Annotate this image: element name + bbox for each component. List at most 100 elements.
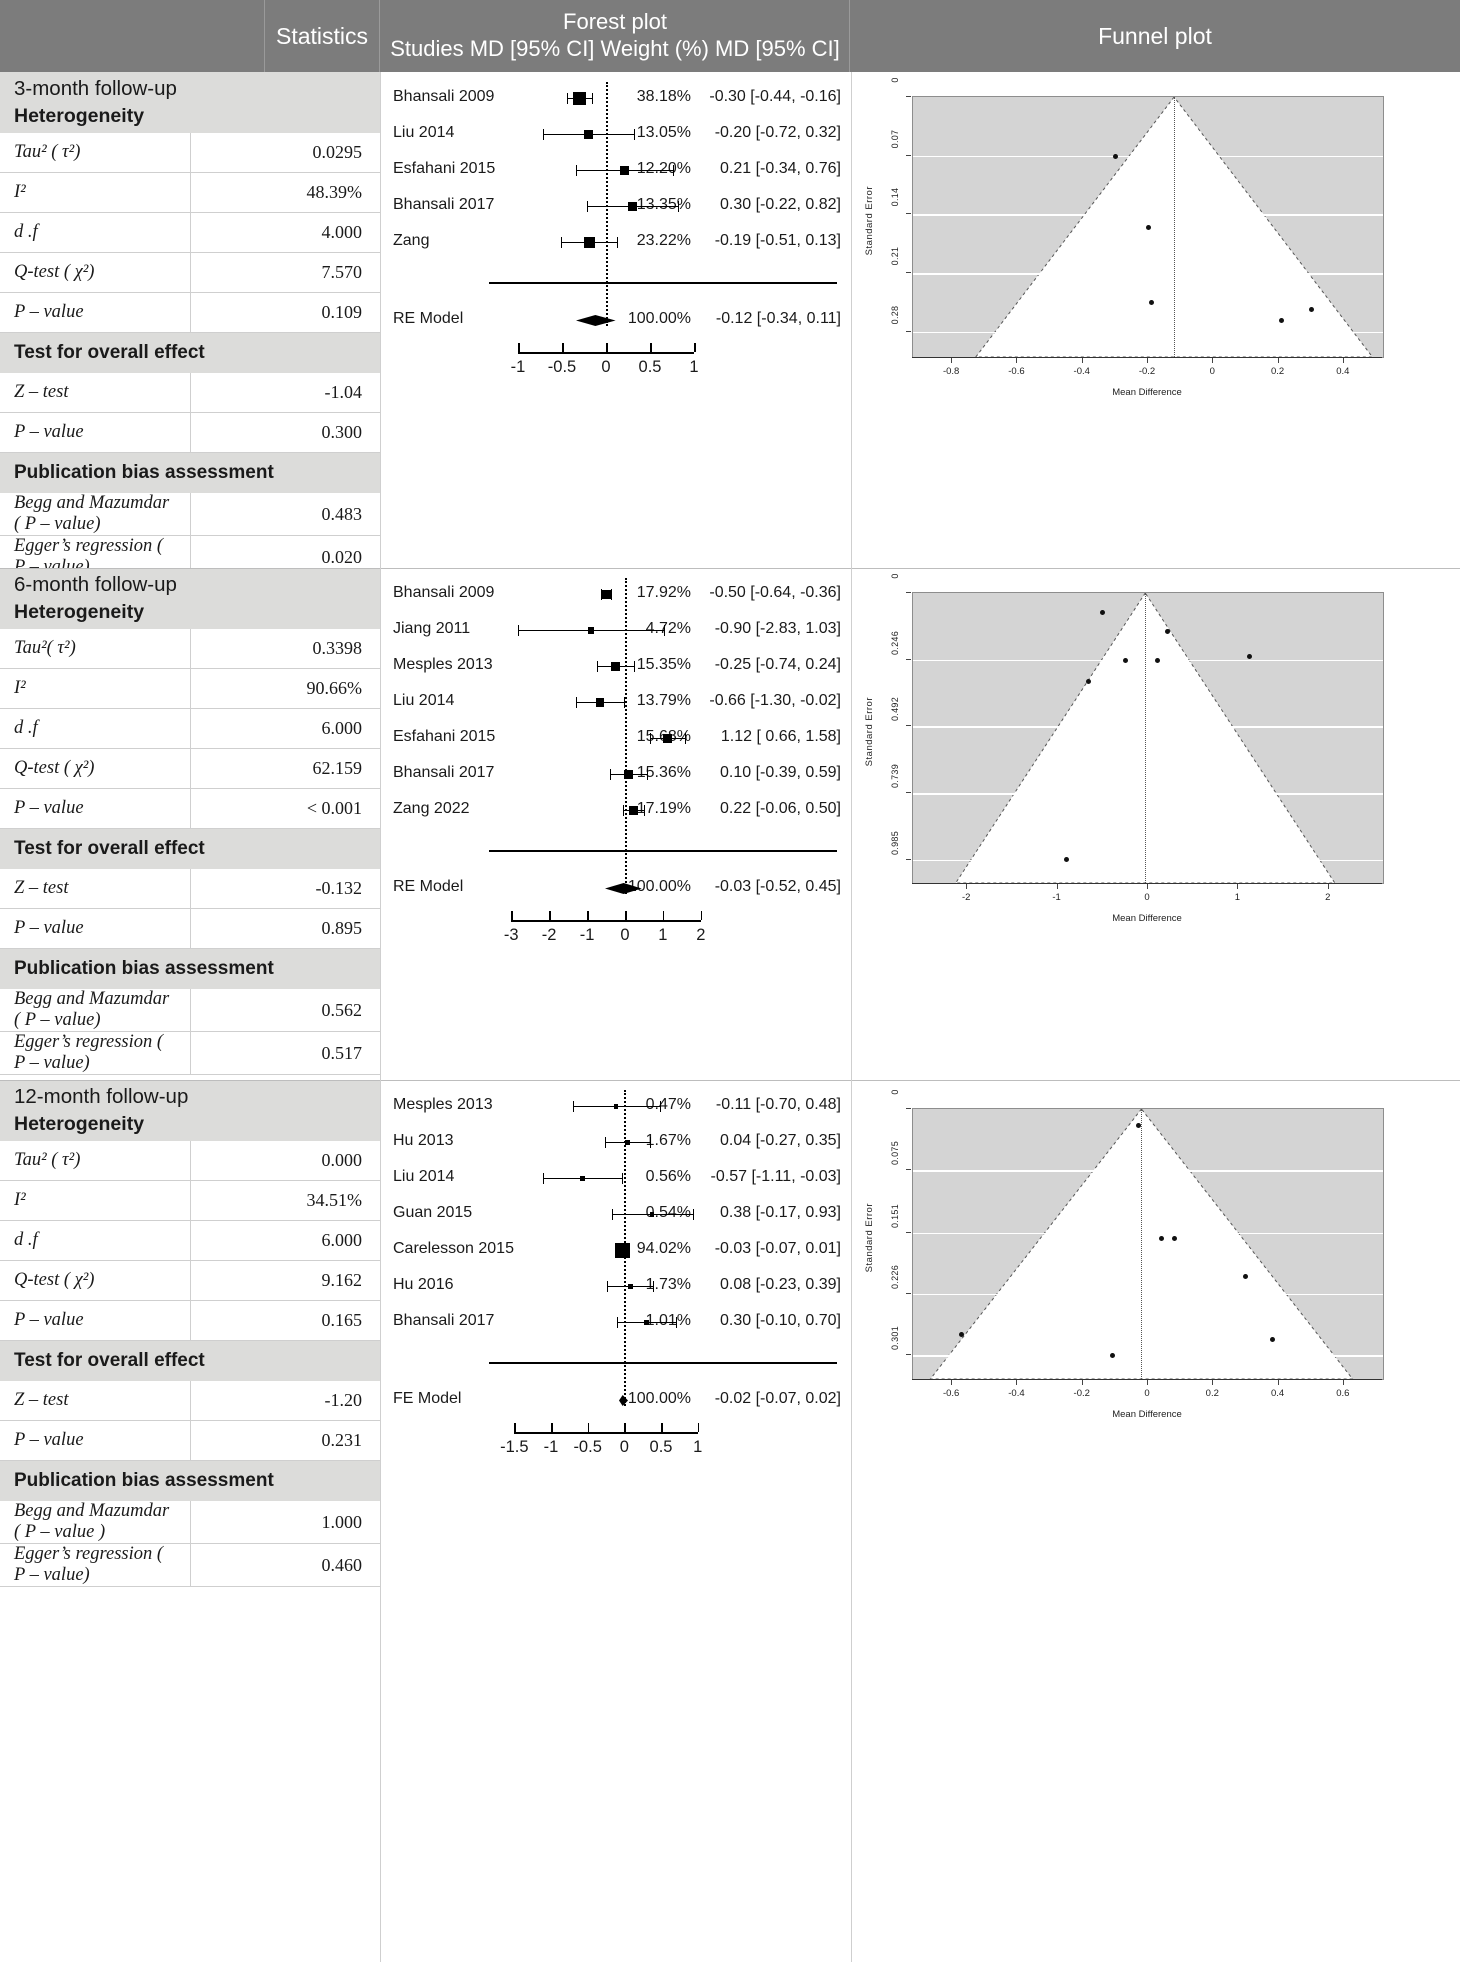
ci-cap-left	[617, 1317, 618, 1328]
header-forest-subtitle: Studies MD [95% CI] Weight (%) MD [95% C…	[390, 36, 840, 61]
effect-size-marker	[584, 130, 593, 139]
study-effect-estimate: -0.25 [-0.74, 0.24]	[714, 656, 841, 673]
value-heterogeneity-p-value: 0.109	[190, 292, 380, 333]
table-row: I² 34.51%	[0, 1180, 380, 1221]
study-effect-estimate: -0.03 [-0.07, 0.01]	[714, 1240, 841, 1257]
forest-row: Liu 2014 13.05% -0.20 [-0.72, 0.32]	[381, 124, 851, 146]
summary-effect-estimate: -0.03 [-0.52, 0.45]	[714, 878, 841, 895]
axis-tick-label: 0	[619, 1438, 629, 1456]
value-effect-p-value: 0.300	[190, 412, 380, 453]
effect-size-marker	[573, 92, 586, 105]
table-row: Z – test -1.04	[0, 372, 380, 413]
value-effect-p-value: 0.895	[190, 908, 380, 949]
forest-plot-section-2: Bhansali 2009 17.92% -0.50 [-0.64, -0.36] J…	[381, 568, 851, 1080]
ci-cap-right	[634, 661, 636, 672]
summary-weight: 100.00%	[627, 310, 691, 327]
axis-tick	[606, 343, 608, 352]
subsection-title: Heterogeneity	[14, 600, 145, 623]
value-degrees-of-freedom: 6.000	[190, 708, 380, 749]
forest-plot-section-1: Bhansali 2009 38.18% -0.30 [-0.44, -0.16] L…	[381, 72, 851, 568]
funnel-x-axis-label: Mean Difference	[1112, 387, 1182, 398]
forest-row: Hu 2013 1.67% 0.04 [-0.27, 0.35]	[381, 1132, 851, 1154]
table-row: P – value 0.109	[0, 292, 380, 333]
table-row: Z – test -1.20	[0, 1380, 380, 1421]
study-statistics: 15.68% 1.12 [ 0.66, 1.58]	[623, 728, 841, 746]
ci-cap-right	[591, 93, 593, 104]
funnel-gridline	[913, 214, 1383, 216]
label-q-test: Q-test ( χ²)	[0, 748, 191, 789]
funnel-x-tick	[1147, 1380, 1148, 1385]
funnel-data-point	[1145, 224, 1151, 230]
funnel-x-axis-label: Mean Difference	[1112, 1409, 1182, 1420]
study-name: Liu 2014	[393, 1168, 455, 1185]
ci-cap-right	[678, 201, 680, 212]
effect-size-marker	[624, 1139, 630, 1145]
study-statistics: 4.72% -0.90 [-2.83, 1.03]	[623, 620, 841, 638]
ci-cap-right	[652, 1281, 654, 1292]
forest-row: Carelesson 2015 94.02% -0.03 [-0.07, 0.01]	[381, 1240, 851, 1262]
funnel-x-tick	[1081, 1380, 1083, 1385]
funnel-y-tick	[906, 154, 911, 156]
funnel-contour	[929, 1109, 1354, 1379]
funnel-y-tick-label: 0	[890, 573, 900, 579]
ci-cap-left	[604, 1137, 606, 1148]
ci-cap-right	[659, 1101, 661, 1112]
study-statistics: 15.36% 0.10 [-0.39, 0.59]	[623, 764, 841, 782]
funnel-x-tick	[1237, 884, 1239, 889]
funnel-gridline	[913, 1232, 1383, 1235]
label-i-squared: I²	[0, 172, 191, 213]
forest-row: Mesples 2013 15.35% -0.25 [-0.74, 0.24]	[381, 656, 851, 678]
axis-tick-label: -1	[543, 1438, 559, 1456]
summary-model-label: RE Model	[393, 878, 464, 895]
axis-tick	[514, 1423, 516, 1432]
study-name: Mesples 2013	[393, 1096, 493, 1113]
label-begg-mazumdar: Begg and Mazumdar ( P – value)	[0, 988, 191, 1032]
funnel-x-tick	[966, 884, 968, 889]
forest-row: Bhansali 2017 1.01% 0.30 [-0.10, 0.70]	[381, 1312, 851, 1334]
ci-cap-right	[672, 165, 674, 176]
stats-table: 6-month follow-up Heterogeneity Tau²( τ²) 0…	[0, 568, 380, 1075]
study-weight: 1.73%	[645, 1276, 691, 1293]
effect-size-marker	[601, 589, 611, 600]
funnel-data-point	[1308, 306, 1314, 312]
effect-size-marker	[614, 1243, 630, 1258]
section-header-cell: 6-month follow-up Heterogeneity	[0, 568, 380, 629]
table-row: I² 48.39%	[0, 172, 380, 213]
section-header-heterogeneity: 12-month follow-up Heterogeneity	[0, 1080, 380, 1141]
funnel-x-tick-label: 0.2	[1270, 366, 1285, 377]
funnel-y-tick	[906, 658, 911, 660]
study-effect-estimate: -0.20 [-0.72, 0.32]	[714, 124, 841, 141]
summary-statistics: 100.00% -0.12 [-0.34, 0.11]	[623, 310, 841, 328]
study-weight: 94.02%	[636, 1240, 691, 1257]
funnel-x-tick	[1081, 358, 1083, 363]
study-weight: 12.20%	[636, 160, 691, 177]
effect-size-marker	[587, 627, 594, 634]
axis-tick	[549, 911, 551, 920]
followup-title: 3-month follow-up	[14, 77, 177, 100]
axis-tick	[551, 1423, 553, 1432]
funnel-x-tick-label: -1	[1052, 892, 1061, 903]
study-name: Hu 2013	[393, 1132, 454, 1149]
value-z-test: -1.04	[190, 372, 380, 413]
study-weight: 0.54%	[645, 1204, 691, 1221]
study-statistics: 13.79% -0.66 [-1.30, -0.02]	[623, 692, 841, 710]
table-row: P – value < 0.001	[0, 788, 380, 829]
funnel-y-axis-label: Standard Error	[864, 1203, 875, 1273]
effect-size-marker	[650, 1212, 655, 1217]
ci-cap-left	[610, 769, 612, 780]
effect-size-marker	[624, 769, 634, 780]
study-statistics: 15.35% -0.25 [-0.74, 0.24]	[623, 656, 841, 674]
forest-row: Bhansali 2009 17.92% -0.50 [-0.64, -0.36]	[381, 584, 851, 606]
ci-cap-left	[567, 93, 569, 104]
study-statistics: 13.35% 0.30 [-0.22, 0.82]	[623, 196, 841, 214]
subsection-title: Heterogeneity	[14, 104, 145, 127]
forest-row: Guan 2015 0.54% 0.38 [-0.17, 0.93]	[381, 1204, 851, 1226]
study-name: Carelesson 2015	[393, 1240, 514, 1257]
funnel-gridline	[913, 1170, 1383, 1172]
funnel-data-point	[1112, 154, 1118, 160]
section-header-publication-bias: Publication bias assessment	[0, 948, 380, 989]
ci-cap-right	[622, 1173, 624, 1184]
funnel-gridline	[913, 331, 1383, 334]
funnel-x-tick-label: 0	[1144, 1388, 1150, 1399]
funnel-x-tick-label: 0	[1209, 366, 1215, 377]
